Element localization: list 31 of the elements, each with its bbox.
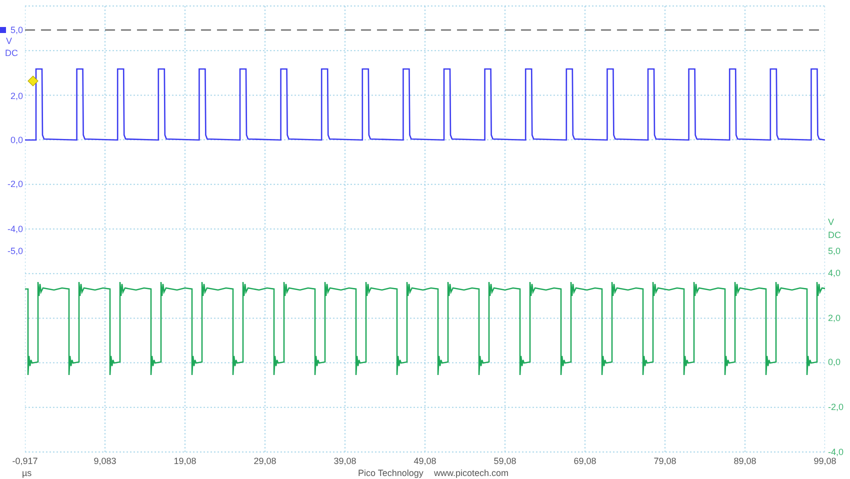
brand-label: Pico Technology: [358, 468, 424, 478]
axis-label: -4,0: [828, 447, 844, 457]
axis-label: -4,0: [7, 224, 23, 234]
axis-label: 49,08: [414, 456, 436, 466]
axis-label: 4,0: [828, 268, 841, 278]
axis-label: 5,0: [828, 246, 841, 256]
axis-label: 2,0: [828, 313, 841, 323]
axis-label: -2,0: [7, 179, 23, 189]
axis-label: -2,0: [828, 402, 844, 412]
axis-label: 19,08: [174, 456, 196, 466]
unit-label: V: [828, 217, 834, 227]
coupling-label: DC: [828, 230, 841, 240]
axis-label: 29,08: [254, 456, 276, 466]
axis-label: 0,0: [828, 357, 841, 367]
axis-label: 39,08: [334, 456, 356, 466]
axis-label: 69,08: [574, 456, 596, 466]
website-link[interactable]: www.picotech.com: [434, 468, 509, 478]
axis-label: 79,08: [654, 456, 676, 466]
axis-label: -0,917: [12, 456, 38, 466]
axis-label: -5,0: [7, 246, 23, 256]
unit-label: V: [6, 36, 12, 46]
axis-label: 9,083: [94, 456, 116, 466]
axis-label: 99,08: [814, 456, 836, 466]
axis-label: 5,0: [10, 25, 23, 35]
axis-label: 59,08: [494, 456, 516, 466]
coupling-label: DC: [5, 48, 18, 58]
trigger-marker-icon[interactable]: [28, 76, 38, 86]
axis-label: 0,0: [10, 135, 23, 145]
axis-label: 2,0: [10, 91, 23, 101]
axis-label: 89,08: [734, 456, 756, 466]
unit-label: µs: [22, 468, 32, 478]
